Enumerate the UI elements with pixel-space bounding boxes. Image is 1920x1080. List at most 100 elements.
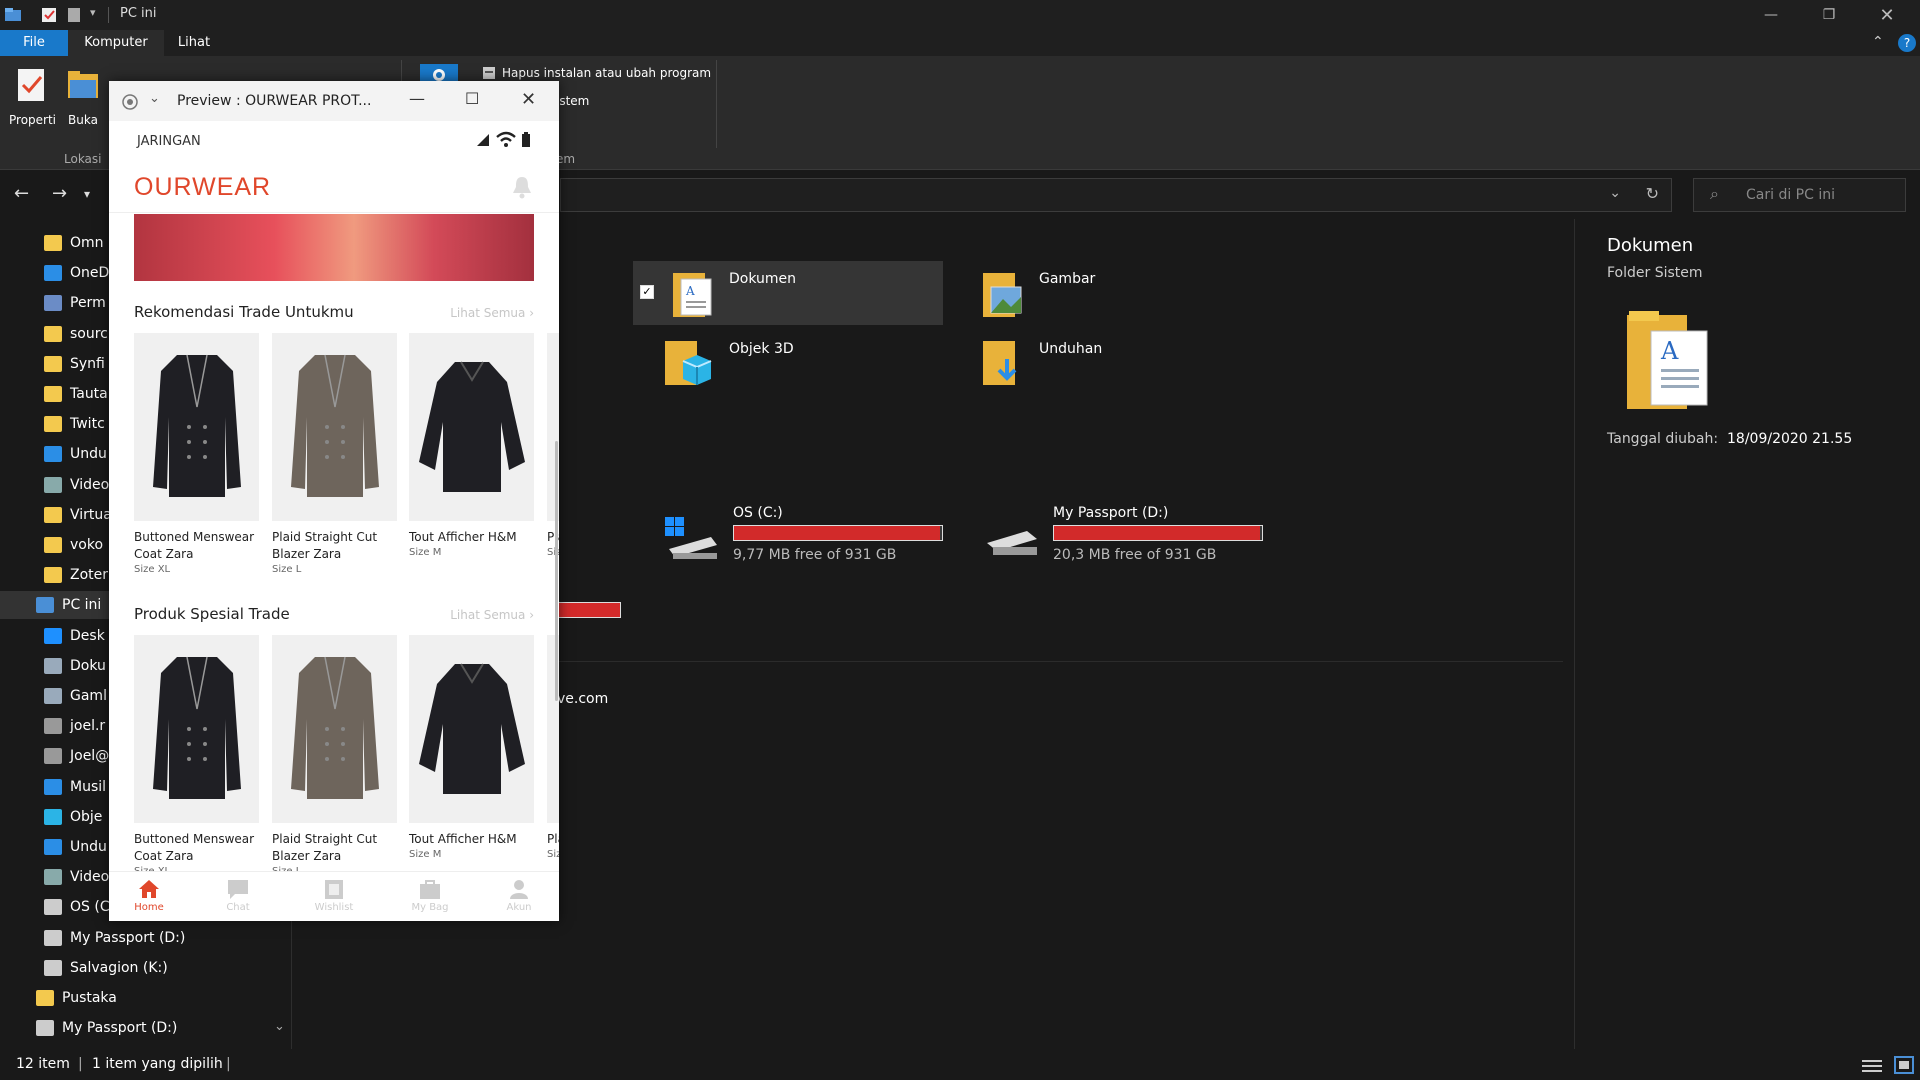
system-properties-button[interactable]: istem bbox=[556, 94, 589, 108]
recent-locations-chevron-icon[interactable]: ▾ bbox=[84, 187, 90, 201]
uninstall-program-button[interactable]: Hapus instalan atau ubah program bbox=[482, 66, 711, 80]
uninstall-icon bbox=[483, 67, 495, 79]
drive-my-passport-d[interactable]: My Passport (D:) 20,3 MB free of 931 GB bbox=[983, 505, 1283, 575]
product-card[interactable]: Plaid Straight Cut Blazer ZaraSize L bbox=[272, 333, 397, 575]
see-all-link[interactable]: Lihat Semua › bbox=[450, 306, 534, 320]
tab-komputer[interactable]: Komputer bbox=[68, 30, 164, 56]
address-history-chevron-icon[interactable]: ⌄ bbox=[1609, 185, 1621, 201]
svg-text:A: A bbox=[1660, 337, 1679, 365]
user-icon bbox=[44, 718, 62, 735]
tab-home[interactable]: Home bbox=[119, 876, 179, 913]
details-modified-label: Tanggal diubah: bbox=[1607, 431, 1719, 447]
close-button[interactable]: ✕ bbox=[1858, 0, 1916, 30]
tab-lihat[interactable]: Lihat bbox=[164, 30, 224, 56]
coat-image bbox=[290, 656, 379, 799]
nav-item-label: OS (C bbox=[70, 899, 110, 916]
folder-objek-3d[interactable]: Objek 3D bbox=[633, 331, 943, 395]
coat-image bbox=[152, 656, 241, 799]
user-icon bbox=[44, 748, 62, 765]
nav-item-label: Pustaka bbox=[62, 990, 117, 1006]
tab-wishlist[interactable]: Wishlist bbox=[304, 876, 364, 913]
preview-maximize-button[interactable]: ☐ bbox=[465, 89, 479, 108]
see-all-link[interactable]: Lihat Semua › bbox=[450, 608, 534, 622]
video-icon bbox=[44, 869, 62, 886]
tab-file[interactable]: File bbox=[0, 30, 68, 56]
nav-item[interactable]: Trash-1000 bbox=[0, 1044, 290, 1049]
details-view-icon[interactable] bbox=[1862, 1058, 1882, 1074]
quick-access-dropdown[interactable]: ▾ bbox=[90, 6, 96, 24]
collapse-ribbon-icon[interactable]: ⌃ bbox=[1872, 34, 1884, 50]
folder-icon bbox=[44, 386, 62, 402]
tab-label: Chat bbox=[226, 902, 250, 913]
coat-image bbox=[418, 361, 525, 492]
nav-item[interactable]: Pustaka bbox=[0, 984, 290, 1012]
folder-dokumen[interactable]: ✓ A Dokumen bbox=[633, 261, 943, 325]
nav-item[interactable]: Salvagion (K:) bbox=[0, 954, 290, 982]
bottom-tab-bar: Home Chat Wishlist My Bag Akun bbox=[109, 871, 559, 921]
status-bar: 12 item | 1 item yang dipilih | bbox=[0, 1050, 1920, 1080]
nav-item-label: My Passport (D:) bbox=[62, 1020, 178, 1037]
details-title: Dokumen bbox=[1607, 235, 1694, 256]
promo-banner[interactable] bbox=[134, 214, 534, 281]
nav-item-label: Omn bbox=[70, 235, 104, 251]
nav-item-label: Tauta bbox=[70, 386, 108, 402]
preview-scrollbar[interactable] bbox=[555, 441, 558, 701]
folder-unduhan[interactable]: Unduhan bbox=[951, 331, 1261, 395]
chevron-right-icon: › bbox=[525, 306, 534, 320]
ourwear-logo[interactable]: OURWEAR bbox=[134, 173, 271, 202]
record-icon[interactable] bbox=[121, 93, 139, 111]
nav-item-label: Twitc bbox=[70, 416, 105, 433]
properties-quick-icon[interactable] bbox=[40, 6, 58, 24]
details-type: Folder Sistem bbox=[1607, 265, 1703, 281]
forward-arrow-icon[interactable]: → bbox=[52, 183, 67, 204]
tab-my-bag[interactable]: My Bag bbox=[400, 876, 460, 913]
product-name: Buttoned Menswear Coat Zara bbox=[134, 530, 255, 561]
open-button[interactable]: Buka bbox=[60, 66, 106, 127]
product-card[interactable]: Buttoned Menswear Coat ZaraSize XL bbox=[134, 635, 259, 877]
preview-menu-chevron-icon[interactable]: ⌄ bbox=[149, 91, 160, 106]
back-arrow-icon[interactable]: ← bbox=[14, 183, 29, 204]
folder-gambar[interactable]: Gambar bbox=[951, 261, 1261, 325]
search-input[interactable]: ⌕ Cari di PC ini bbox=[1693, 178, 1906, 212]
notification-bell-icon[interactable] bbox=[511, 175, 533, 199]
product-image bbox=[409, 333, 534, 521]
product-card[interactable]: Plaid Straight Cut Blazer ZaraSize L bbox=[272, 635, 397, 877]
product-card[interactable]: Tout Afficher H&M Size M bbox=[409, 635, 534, 860]
select-checkbox[interactable]: ✓ bbox=[640, 285, 654, 299]
video-icon bbox=[44, 476, 62, 493]
wishlist-icon bbox=[325, 880, 343, 899]
search-icon: ⌕ bbox=[1710, 184, 1719, 203]
drive-os-c[interactable]: OS (C:) 9,77 MB free of 931 GB bbox=[663, 505, 963, 575]
large-icons-view-icon[interactable] bbox=[1894, 1056, 1914, 1074]
window-title: PC ini bbox=[120, 6, 157, 21]
drive-icon bbox=[36, 1020, 54, 1037]
preview-close-button[interactable]: ✕ bbox=[521, 89, 536, 110]
new-folder-quick-icon[interactable] bbox=[66, 6, 82, 24]
network-location-label[interactable]: ve.com bbox=[557, 691, 608, 707]
product-name: Tout Afficher H&M bbox=[409, 530, 517, 544]
help-icon[interactable]: ? bbox=[1898, 34, 1916, 52]
tab-label: Akun bbox=[506, 902, 532, 913]
properties-button[interactable]: Properti bbox=[9, 66, 56, 127]
nav-scroll-down-icon[interactable]: ⌄ bbox=[274, 1019, 285, 1034]
3d-objects-folder-icon bbox=[665, 341, 712, 385]
preview-minimize-button[interactable]: — bbox=[409, 89, 425, 108]
product-image bbox=[134, 635, 259, 823]
product-name: Tout Afficher H&M bbox=[409, 832, 517, 846]
3d-objects-icon bbox=[44, 808, 62, 825]
nav-item-label: Undu bbox=[70, 446, 107, 463]
address-bar[interactable]: ⌄ ↻ bbox=[560, 178, 1672, 212]
nav-item[interactable]: My Passport (D:) bbox=[0, 1014, 290, 1042]
app-header: OURWEAR bbox=[109, 159, 559, 213]
section-title: Rekomendasi Trade Untukmu bbox=[134, 303, 354, 321]
product-card[interactable]: Tout Afficher H&M Size M bbox=[409, 333, 534, 558]
product-name: Pla Bla bbox=[547, 832, 559, 846]
minimize-button[interactable]: — bbox=[1742, 0, 1800, 30]
tab-chat[interactable]: Chat bbox=[208, 876, 268, 913]
nav-item-label: My Passport (D:) bbox=[70, 929, 186, 946]
maximize-button[interactable]: ❐ bbox=[1800, 0, 1858, 30]
tab-akun[interactable]: Akun bbox=[489, 876, 549, 913]
refresh-icon[interactable]: ↻ bbox=[1646, 184, 1659, 203]
product-card[interactable]: Buttoned Menswear Coat ZaraSize XL bbox=[134, 333, 259, 575]
nav-item[interactable]: My Passport (D:) bbox=[0, 924, 290, 952]
